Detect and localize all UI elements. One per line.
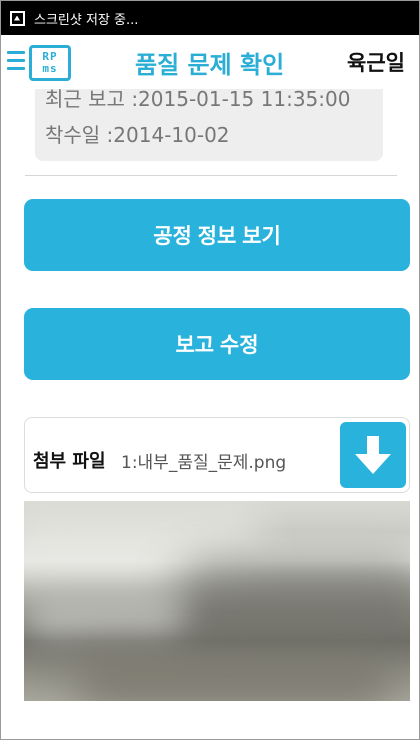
hamburger-menu-icon[interactable] bbox=[7, 51, 25, 71]
screenshot-icon bbox=[10, 10, 25, 26]
attachment-label: 첨부 파일 bbox=[33, 451, 106, 472]
screen-frame: 스크린샷 저장 중... RP ms 품질 문제 확인 육근일 최근 보고 :2… bbox=[0, 0, 420, 740]
status-bar: 스크린샷 저장 중... bbox=[1, 1, 419, 35]
attachment-file-link[interactable]: 1:내부_품질_문제.png bbox=[121, 448, 286, 473]
download-arrow-icon bbox=[355, 436, 391, 474]
view-process-info-button[interactable]: 공정 정보 보기 bbox=[24, 199, 410, 271]
app-logo[interactable]: RP ms bbox=[29, 45, 71, 81]
report-info-card: 최근 보고 :2015-01-15 11:35:00 착수일 :2014-10-… bbox=[35, 87, 383, 161]
attachment-row: 첨부 파일 1:내부_품질_문제.png bbox=[24, 417, 410, 493]
page-title: 품질 문제 확인 bbox=[135, 51, 285, 79]
attachment-image-preview[interactable] bbox=[24, 501, 410, 701]
logo-text-bottom: ms bbox=[42, 62, 58, 75]
status-text: 스크린샷 저장 중... bbox=[34, 12, 139, 28]
edit-report-button[interactable]: 보고 수정 bbox=[24, 308, 410, 380]
last-report-text: 최근 보고 :2015-01-15 11:35:00 bbox=[45, 87, 351, 111]
section-divider bbox=[25, 175, 397, 176]
user-name[interactable]: 육근일 bbox=[347, 47, 405, 77]
download-button[interactable] bbox=[340, 422, 406, 488]
start-date-text: 착수일 :2014-10-02 bbox=[45, 123, 230, 147]
